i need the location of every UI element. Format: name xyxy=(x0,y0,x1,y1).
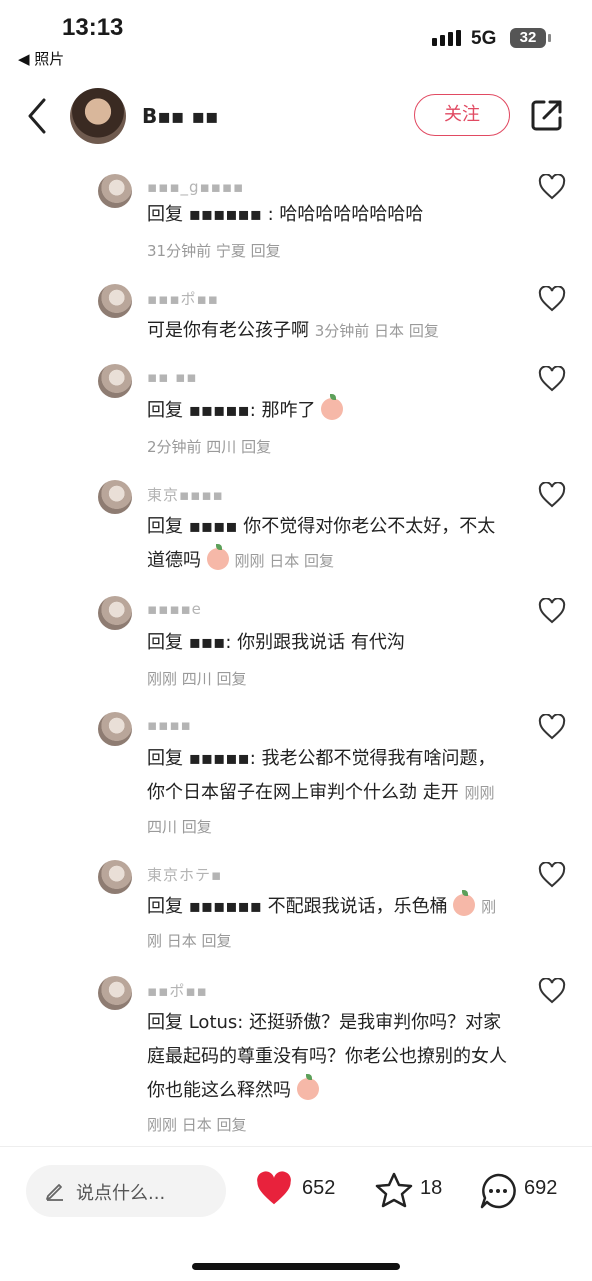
comment-body[interactable]: 回复 Lotus: 还挺骄傲？是我审判你吗？对家庭最起码的尊重没有吗？你老公也撩… xyxy=(147,1012,507,1101)
like-count: 652 xyxy=(302,1177,336,1199)
share-icon xyxy=(531,100,562,131)
comment-avatar[interactable] xyxy=(98,480,132,514)
comment-author[interactable]: ▪▪ ▪▪ xyxy=(147,368,197,386)
comment-meta: 刚刚 日本 回复 xyxy=(147,1116,247,1134)
comment-meta: 刚刚 四川 回复 xyxy=(147,670,247,688)
like-button[interactable]: 652 xyxy=(254,1171,344,1211)
comment-meta: 31分钟前 宁夏 回复 xyxy=(147,242,281,260)
user-name[interactable]: B▪▪ ▪▪ xyxy=(142,104,218,128)
heart-outline-icon[interactable] xyxy=(538,482,566,508)
heart-outline-icon[interactable] xyxy=(538,286,566,312)
share-button[interactable] xyxy=(530,98,564,132)
comment-avatar[interactable] xyxy=(98,976,132,1010)
battery-tip xyxy=(548,34,551,42)
heart-outline-icon[interactable] xyxy=(538,714,566,740)
heart-outline-icon[interactable] xyxy=(538,978,566,1004)
home-indicator[interactable] xyxy=(192,1263,400,1270)
comment-text[interactable]: 回复 Lotus: 还挺骄傲？是我审判你吗？对家庭最起码的尊重没有吗？你老公也撩… xyxy=(147,1006,507,1108)
comment-meta: 3分钟前 日本 回复 xyxy=(314,322,439,340)
comment-author[interactable]: ▪▪▪▪e xyxy=(147,600,202,618)
comment-avatar[interactable] xyxy=(98,174,132,208)
comment-author[interactable]: ▪▪ポ▪▪ xyxy=(147,980,208,1001)
comment-input[interactable]: 说点什么... xyxy=(26,1165,226,1217)
profile-header: B▪▪ ▪▪ 关注 xyxy=(0,80,592,156)
battery-icon: 32 xyxy=(510,28,546,48)
heart-outline-icon[interactable] xyxy=(538,174,566,200)
comment-text[interactable]: 回复 ▪▪▪▪▪▪ : 哈哈哈哈哈哈哈哈 xyxy=(147,198,507,232)
comment-avatar[interactable] xyxy=(98,284,132,318)
heart-outline-icon[interactable] xyxy=(538,366,566,392)
comment-text[interactable]: 可是你有老公孩子啊 3分钟前 日本 回复 xyxy=(147,314,507,348)
favorite-button[interactable]: 18 xyxy=(374,1171,448,1211)
comment-avatar[interactable] xyxy=(98,596,132,630)
comment-author[interactable]: ▪▪▪ポ▪▪ xyxy=(147,288,219,309)
comment-meta: 2分钟前 四川 回复 xyxy=(147,438,272,456)
bottom-action-bar: 说点什么... 652 18 692 xyxy=(0,1146,592,1281)
comment-text[interactable]: 回复 ▪▪▪▪▪: 那咋了 xyxy=(147,394,507,428)
comment-input-placeholder: 说点什么... xyxy=(76,1183,166,1204)
comment-body[interactable]: 回复 ▪▪▪▪▪▪ 不配跟我说话，乐色桶 xyxy=(147,896,448,917)
peach-emoji-icon xyxy=(296,1074,319,1100)
favorite-count: 18 xyxy=(420,1177,443,1199)
peach-emoji-icon xyxy=(206,544,229,570)
comment-author[interactable]: 東京ホテ▪ xyxy=(147,864,222,885)
comment-body[interactable]: 回复 ▪▪▪▪▪: 那咋了 xyxy=(147,400,316,421)
comment-avatar[interactable] xyxy=(98,712,132,746)
comment-list: ▪▪▪_g▪▪▪▪ 回复 ▪▪▪▪▪▪ : 哈哈哈哈哈哈哈哈 31分钟前 宁夏 … xyxy=(0,160,592,1140)
comment-text[interactable]: 回复 ▪▪▪▪ 你不觉得对你老公不太好，不太道德吗 刚刚 日本 回复 xyxy=(147,510,507,578)
avatar[interactable] xyxy=(70,88,126,144)
signal-icon xyxy=(432,30,462,48)
peach-emoji-icon xyxy=(453,890,476,916)
comment-text[interactable]: 回复 ▪▪▪: 你别跟我说话 有代沟 xyxy=(147,626,507,660)
status-bar: 13:13 ◀ 照片 5G 32 xyxy=(0,0,592,70)
back-button[interactable] xyxy=(22,94,56,138)
comment-meta: 刚刚 日本 回复 xyxy=(234,552,335,570)
follow-button[interactable]: 关注 xyxy=(414,94,510,136)
back-to-photos-link[interactable]: ◀ 照片 xyxy=(18,48,64,69)
network-label: 5G xyxy=(471,28,497,49)
heart-outline-icon[interactable] xyxy=(538,598,566,624)
comment-button[interactable]: 692 xyxy=(478,1171,568,1211)
comment-bubble-icon xyxy=(480,1173,516,1209)
comment-author[interactable]: 東京▪▪▪▪ xyxy=(147,484,224,505)
comment-body[interactable]: 回复 ▪▪▪▪▪: 我老公都不觉得我有啥问题，你个日本留子在网上审判个什么劲 走… xyxy=(147,748,496,803)
pencil-icon xyxy=(46,1184,63,1201)
comment-text[interactable]: 回复 ▪▪▪▪▪▪ 不配跟我说话，乐色桶 刚刚 日本 回复 xyxy=(147,890,507,958)
comment-count: 692 xyxy=(524,1177,558,1199)
comment-avatar[interactable] xyxy=(98,364,132,398)
comment-body[interactable]: 可是你有老公孩子啊 xyxy=(147,320,309,341)
comment-text[interactable]: 回复 ▪▪▪▪▪: 我老公都不觉得我有啥问题，你个日本留子在网上审判个什么劲 走… xyxy=(147,742,507,844)
status-time: 13:13 xyxy=(62,14,124,41)
peach-emoji-icon xyxy=(321,394,344,420)
back-arrow-icon xyxy=(28,98,46,134)
comment-author[interactable]: ▪▪▪▪ xyxy=(147,716,192,734)
heart-filled-icon xyxy=(257,1171,291,1205)
heart-outline-icon[interactable] xyxy=(538,862,566,888)
star-icon xyxy=(375,1172,413,1208)
comment-author[interactable]: ▪▪▪_g▪▪▪▪ xyxy=(147,178,244,196)
comment-avatar[interactable] xyxy=(98,860,132,894)
